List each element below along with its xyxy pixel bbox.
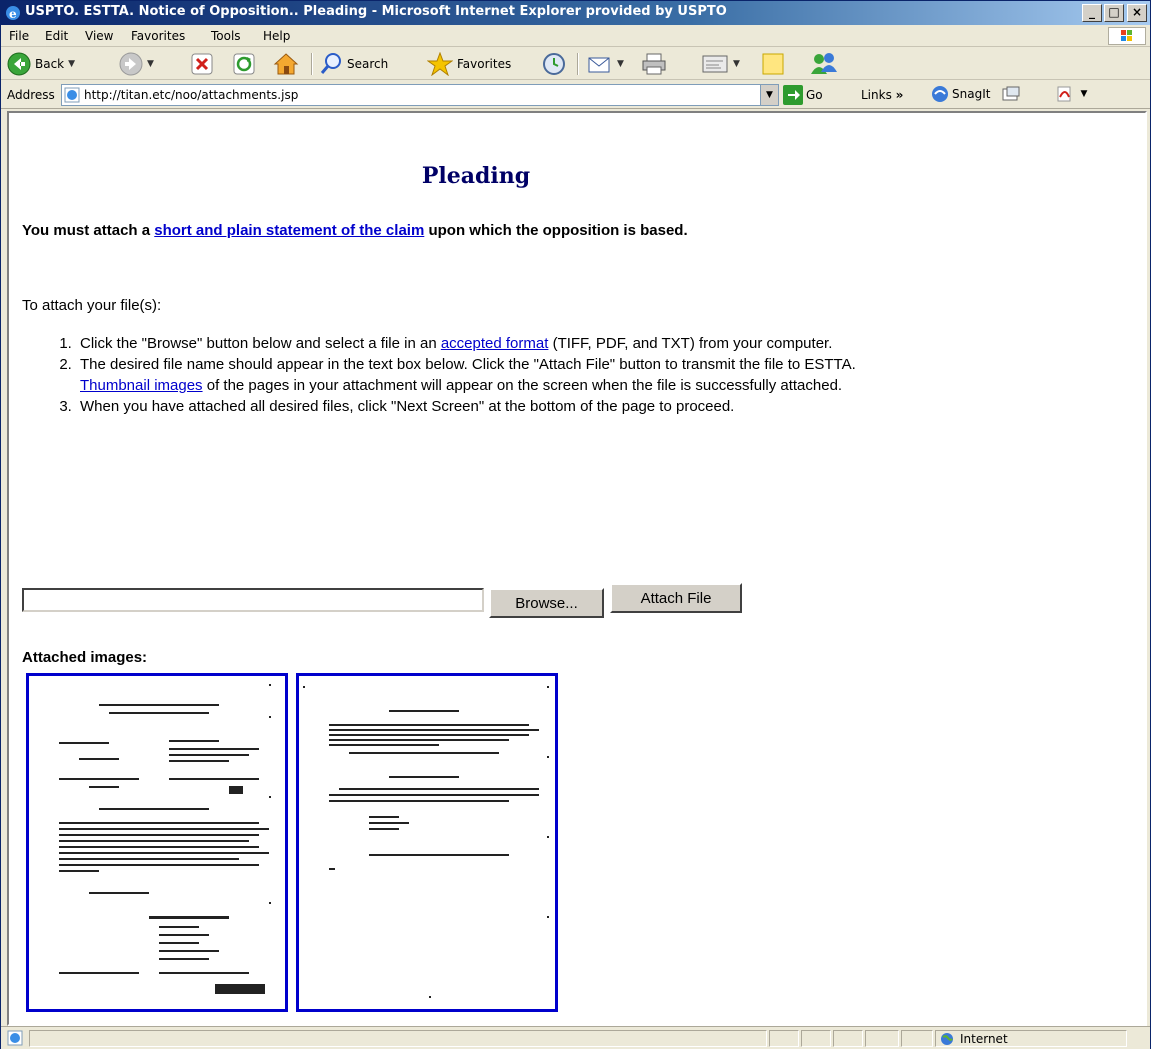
menu-file[interactable]: File [9,29,29,43]
page-viewport: Pleading You must attach a short and pla… [7,111,1147,1026]
menu-favorites[interactable]: Favorites [131,29,185,43]
ie-icon: e [6,6,20,21]
menu-view[interactable]: View [85,29,113,43]
forward-arrow-icon [119,52,143,76]
status-bar: Internet [1,1026,1150,1049]
menu-bar: File Edit View Favorites Tools Help [1,25,1150,47]
history-icon [543,53,565,75]
stop-button[interactable] [191,51,213,77]
status-cell [833,1030,863,1047]
forward-button[interactable]: ▼ [119,51,154,77]
messenger-icon [811,53,837,74]
step-1: Click the "Browse" button below and sele… [76,333,922,354]
refresh-button[interactable] [233,51,255,77]
step-2: The desired file name should appear in t… [76,354,922,396]
browser-window: e USPTO. ESTTA. Notice of Opposition.. P… [0,0,1151,1049]
address-bar: Address http://titan.etc/noo/attachments… [1,81,1150,109]
windows-logo-icon [1108,27,1146,45]
status-cell [865,1030,899,1047]
discuss-button[interactable] [761,51,785,77]
attachment-thumbnail[interactable] [296,673,558,1012]
snagit-icon [932,86,948,102]
snagit-button[interactable]: SnagIt ▼ [931,85,1087,103]
toolbar-separator [311,53,313,75]
window-title: USPTO. ESTTA. Notice of Opposition.. Ple… [25,4,727,19]
globe-icon [941,1032,953,1045]
refresh-icon [233,53,255,75]
browse-button[interactable]: Browse... [489,588,604,618]
messenger-button[interactable] [809,51,839,77]
document-page-thumbnail [59,684,271,994]
attach-notice: You must attach a short and plain statem… [22,222,688,239]
forward-dropdown-icon[interactable]: ▼ [147,59,154,69]
document-page-thumbnail [303,686,549,998]
title-bar[interactable]: e USPTO. ESTTA. Notice of Opposition.. P… [1,1,1150,25]
home-button[interactable] [273,51,299,77]
favorites-star-icon [427,52,453,76]
address-dropdown-icon[interactable]: ▼ [760,85,778,105]
address-url: http://titan.etc/noo/attachments.jsp [84,88,299,102]
page-content: Pleading You must attach a short and pla… [11,115,1123,1023]
history-button[interactable] [542,51,566,77]
links-menu[interactable]: Links » [861,88,903,102]
print-icon [642,53,666,75]
back-arrow-icon [7,52,31,76]
step-3: When you have attached all desired files… [76,396,922,417]
menu-help[interactable]: Help [263,29,290,43]
close-button[interactable]: × [1127,4,1147,22]
go-arrow-icon [783,85,803,105]
print-button[interactable] [641,51,667,77]
search-button[interactable]: Search [319,51,388,77]
security-zone: Internet [935,1030,1127,1047]
instruction-steps: Click the "Browse" button below and sele… [22,333,922,417]
acrobat-icon[interactable] [1056,85,1074,103]
back-dropdown-icon[interactable]: ▼ [68,59,75,69]
attach-intro: To attach your file(s): [22,297,162,314]
page-icon [64,87,80,103]
mail-button[interactable]: ▼ [587,51,624,77]
minimize-button[interactable]: _ [1082,4,1102,22]
status-cell [801,1030,831,1047]
status-text-cell [29,1030,767,1047]
go-button[interactable]: Go [783,85,823,105]
menu-edit[interactable]: Edit [45,29,68,43]
status-cell [769,1030,799,1047]
acrobat-dropdown-icon[interactable]: ▼ [1080,89,1087,99]
attach-file-button[interactable]: Attach File [610,583,742,613]
mail-icon [588,57,610,73]
back-button[interactable]: Back ▼ [7,51,75,77]
search-icon [320,53,341,74]
favorites-button[interactable]: Favorites [427,51,511,77]
address-label: Address [7,88,55,102]
zone-label: Internet [960,1031,1008,1046]
thumbnail-images-link[interactable]: Thumbnail images [80,377,203,394]
status-cell [901,1030,933,1047]
edit-button[interactable]: ▼ [701,51,740,77]
claim-statement-link[interactable]: short and plain statement of the claim [154,222,424,239]
svg-text:e: e [9,7,17,21]
note-icon [762,53,784,75]
maximize-button[interactable]: □ [1104,4,1124,22]
attached-images-label: Attached images: [22,649,148,666]
address-input[interactable]: http://titan.etc/noo/attachments.jsp ▼ [61,84,779,106]
home-icon [273,53,299,75]
menu-tools[interactable]: Tools [211,29,241,43]
standard-toolbar: Back ▼ ▼ Search Favorites ▼ ▼ [1,48,1150,80]
stop-icon [191,53,213,75]
snagit-capture-icon[interactable] [1002,86,1020,102]
page-title: Pleading [421,163,531,189]
attachment-thumbnail[interactable] [26,673,288,1012]
accepted-format-link[interactable]: accepted format [441,335,549,352]
page-status-icon [7,1030,23,1046]
file-path-input[interactable] [22,588,484,612]
edit-page-icon [702,55,728,73]
toolbar-separator [577,53,579,75]
